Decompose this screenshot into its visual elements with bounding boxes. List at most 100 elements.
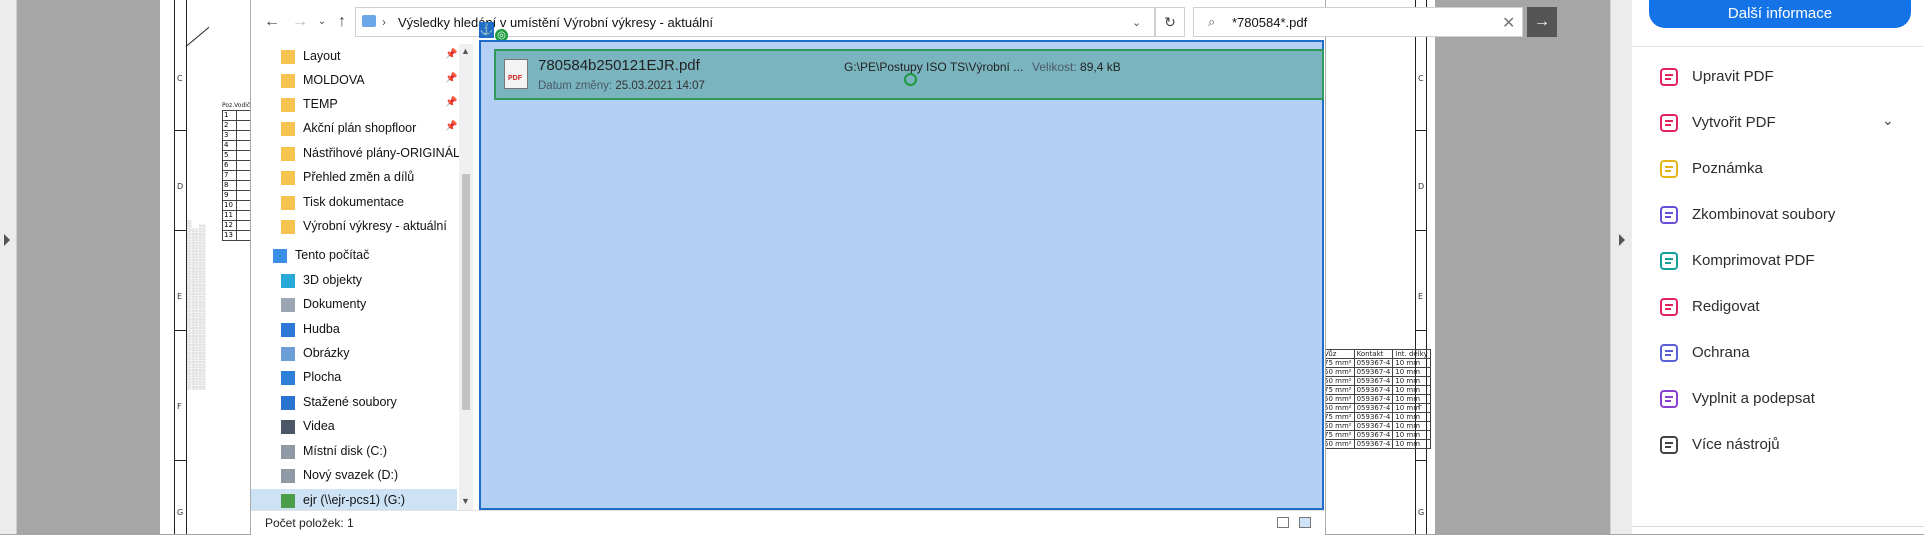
right-panel-toggle[interactable] [1610, 0, 1634, 534]
nav-item[interactable]: Dokumenty [251, 293, 457, 317]
folder-icon [281, 50, 295, 64]
pin-icon[interactable]: 📌 [445, 49, 457, 60]
large-icons-view-icon[interactable] [1299, 517, 1311, 528]
tool-item[interactable]: Více nástrojů [1632, 425, 1924, 465]
nav-item[interactable]: Plocha [251, 366, 457, 390]
nav-item[interactable]: Layout 📌 [251, 45, 457, 69]
table-row: 6 [222, 160, 251, 171]
nav-item[interactable]: Obrázky [251, 342, 457, 366]
nav-item-label: Stažené soubory [303, 395, 397, 409]
nav-item-label: Hudba [303, 322, 340, 336]
table-cell: 50 mm² [1321, 439, 1355, 449]
search-input[interactable]: *780584*.pdf [1232, 15, 1307, 30]
pin-icon[interactable]: 📌 [445, 121, 457, 132]
table-row: 50 mm² 059367-4 10 mm [1321, 376, 1431, 386]
item-count: Počet položek: 1 [265, 516, 354, 530]
table-cell: 5 [222, 150, 237, 161]
folder-icon [281, 196, 295, 210]
size-value: 89,4 kB [1080, 60, 1121, 74]
table-row: 13 [222, 230, 251, 241]
left-panel-toggle[interactable] [0, 0, 17, 534]
table-cell: 11 [222, 210, 237, 221]
address-bar[interactable]: › Výsledky hledání v umístění Výrobní vý… [355, 7, 1155, 37]
up-button[interactable]: ↑ [331, 12, 353, 32]
nav-item[interactable]: 3D objekty [251, 269, 457, 293]
result-item[interactable]: PDF 780584b250121EJR.pdf Datum změny: 25… [494, 49, 1324, 100]
search-go-button[interactable]: → [1527, 7, 1557, 37]
date-label: Datum změny: [538, 80, 613, 92]
nav-item[interactable]: Místní disk (C:) [251, 440, 457, 464]
details-view-icon[interactable] [1277, 517, 1289, 528]
tool-item[interactable]: Zkombinovat soubory [1632, 195, 1924, 235]
tool-label: Redigovat [1692, 298, 1760, 315]
nav-item[interactable]: Tisk dokumentace [251, 191, 457, 215]
pin-icon[interactable]: 📌 [445, 97, 457, 108]
tool-item[interactable]: Vytvořit PDF ⌄ [1632, 103, 1924, 143]
frame-letter: D [1418, 182, 1425, 191]
nav-item[interactable]: MOLDOVA 📌 [251, 69, 457, 93]
table-cell: 7 [222, 170, 237, 181]
nav-item[interactable]: Výrobní výkresy - aktuální [251, 215, 457, 239]
nav-item[interactable]: Hudba [251, 318, 457, 342]
forward-button[interactable]: → [289, 12, 311, 32]
table-cell: 10 mm [1392, 394, 1431, 404]
create-pdf-icon [1658, 112, 1680, 134]
tool-label: Zkombinovat soubory [1692, 206, 1836, 223]
nav-item-label: Tento počítač [295, 248, 370, 262]
table-cell: 059367-4 [1353, 376, 1394, 386]
tool-item[interactable]: Redigovat [1632, 287, 1924, 327]
nav-item[interactable]: Akční plán shopfloor 📌 [251, 117, 457, 141]
table-cell: 75 mm² [1321, 412, 1355, 422]
folder-icon [281, 220, 295, 234]
table-cell: 8 [222, 180, 237, 191]
nav-item-label: Přehled změn a dílů [303, 170, 415, 184]
search-box[interactable]: ⌕ *780584*.pdf ✕ [1193, 7, 1523, 37]
tool-item[interactable]: Upravit PDF [1632, 57, 1924, 97]
frame-line [174, 0, 175, 534]
nav-item[interactable]: Nový svazek (D:) [251, 464, 457, 488]
nav-item[interactable]: Nástřihové plány-ORIGINÁL [251, 142, 460, 166]
scroll-thumb[interactable] [462, 174, 470, 410]
nav-item-label: Akční plán shopfloor [303, 121, 417, 135]
folder-icon [281, 171, 295, 185]
pin-icon[interactable]: 📌 [445, 73, 457, 84]
table-row: 75 mm² 059367-4 10 mm [1321, 358, 1431, 368]
nav-item[interactable]: Stažené soubory [251, 391, 457, 415]
scroll-up-icon[interactable]: ▲ [461, 46, 470, 56]
tool-label: Upravit PDF [1692, 68, 1774, 85]
table-cell: 1 [222, 110, 237, 121]
nav-scrollbar[interactable]: ▲ ▼ [459, 44, 473, 510]
tool-item[interactable]: Poznámka [1632, 149, 1924, 189]
chevron-down-icon[interactable]: ⌄ [1882, 112, 1894, 129]
frame-letter: F [177, 402, 182, 411]
chevron-down-icon[interactable]: ⌄ [1132, 16, 1141, 29]
scroll-down-icon[interactable]: ▼ [461, 496, 470, 506]
back-button[interactable]: ← [261, 12, 283, 32]
volume-icon [281, 469, 295, 483]
tool-label: Vyplnit a podepsat [1692, 390, 1815, 407]
redact-icon [1658, 296, 1680, 318]
tool-item[interactable]: Ochrana [1632, 333, 1924, 373]
clear-search-icon[interactable]: ✕ [1502, 13, 1515, 33]
edit-pdf-icon [1658, 66, 1680, 88]
table-row: 1 [222, 110, 251, 121]
nav-item-label: Plocha [303, 370, 342, 384]
result-file-name[interactable]: 780584b250121EJR.pdf [538, 57, 700, 74]
table-row: 50 mm² 059367-4 10 mm [1321, 421, 1431, 431]
more-info-button[interactable]: Další informace [1649, 0, 1911, 28]
refresh-button[interactable]: ↻ [1155, 7, 1185, 37]
nav-item[interactable]: Videa [251, 415, 457, 439]
recent-locations-button[interactable]: ⌄ [311, 12, 333, 32]
tool-item[interactable]: Vyplnit a podepsat [1632, 379, 1924, 419]
table-cell: 059367-4 [1353, 412, 1394, 422]
nav-item-label: Dokumenty [303, 297, 367, 311]
nav-item[interactable]: Tento počítač [251, 244, 457, 268]
table-row: 75 mm² 059367-4 10 mm [1321, 385, 1431, 395]
this-pc-icon [273, 249, 287, 263]
tool-item[interactable]: Komprimovat PDF [1632, 241, 1924, 281]
nav-item[interactable]: TEMP 📌 [251, 93, 457, 117]
file-explorer-window: ← → ⌄ ↑ › Výsledky hledání v umístění Vý… [250, 0, 1557, 535]
nav-item[interactable]: Přehled změn a dílů [251, 166, 457, 190]
search-results-pane[interactable]: PDF 780584b250121EJR.pdf Datum změny: 25… [479, 40, 1324, 510]
table-cell: 059367-4 [1353, 421, 1394, 431]
